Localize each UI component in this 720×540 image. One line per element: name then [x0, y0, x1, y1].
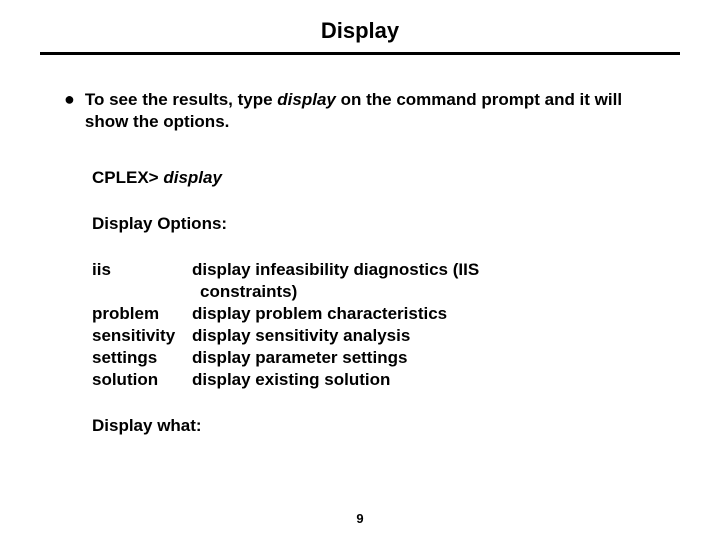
slide-content: ● To see the results, type display on th…	[40, 89, 680, 437]
option-key: solution	[92, 369, 192, 391]
bullet-text: To see the results, type display on the …	[85, 89, 656, 133]
option-desc: display sensitivity analysis	[192, 325, 656, 347]
option-key: iis	[92, 259, 192, 281]
option-row-cont: constraints)	[92, 281, 656, 303]
option-key: sensitivity	[92, 325, 192, 347]
bullet-item: ● To see the results, type display on th…	[64, 89, 656, 133]
option-desc: display infeasibility diagnostics (IIS	[192, 259, 656, 281]
options-heading: Display Options:	[92, 213, 656, 235]
options-table: iis display infeasibility diagnostics (I…	[92, 259, 656, 391]
option-desc: display problem characteristics	[192, 303, 656, 325]
display-what-prompt: Display what:	[92, 415, 656, 437]
prompt-command: display	[163, 168, 222, 187]
option-key: settings	[92, 347, 192, 369]
option-row: solution display existing solution	[92, 369, 656, 391]
option-row: settings display parameter settings	[92, 347, 656, 369]
option-row: problem display problem characteristics	[92, 303, 656, 325]
option-key: problem	[92, 303, 192, 325]
option-row: sensitivity display sensitivity analysis	[92, 325, 656, 347]
slide-title: Display	[40, 18, 680, 52]
bullet-icon: ●	[64, 89, 75, 109]
terminal-block: CPLEX> display Display Options: iis disp…	[64, 167, 656, 437]
prompt-line: CPLEX> display	[92, 167, 656, 189]
prompt-label: CPLEX>	[92, 168, 163, 187]
bullet-cmd: display	[277, 90, 336, 109]
bullet-pre: To see the results, type	[85, 90, 277, 109]
option-desc: display existing solution	[192, 369, 656, 391]
option-key-blank	[92, 281, 192, 303]
page-number: 9	[0, 511, 720, 526]
option-row: iis display infeasibility diagnostics (I…	[92, 259, 656, 281]
option-desc: display parameter settings	[192, 347, 656, 369]
title-rule	[40, 52, 680, 55]
option-desc-cont: constraints)	[192, 281, 656, 303]
